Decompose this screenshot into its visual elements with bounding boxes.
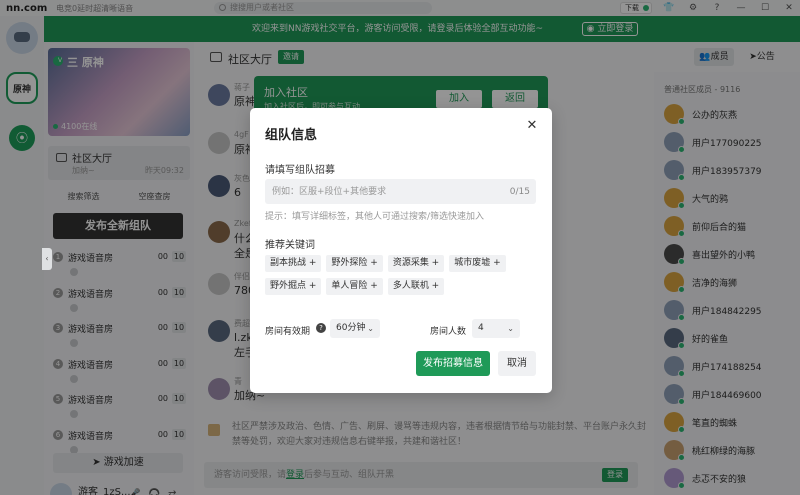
people-label: 房间人数 xyxy=(430,327,467,337)
close-icon[interactable]: ✕ xyxy=(524,118,540,134)
recruit-label: 请填写组队招募 xyxy=(265,165,335,176)
keyword-tag[interactable]: 野外探险 + xyxy=(326,255,383,272)
recruit-hint: 提示：填写详细标签，其他人可通过搜索/筛选快速加入 xyxy=(265,212,485,222)
people-value: 4 xyxy=(478,323,484,333)
keyword-tag[interactable]: 单人冒险 + xyxy=(326,278,383,295)
recruit-input[interactable] xyxy=(265,179,536,204)
validity-select[interactable]: 60分钟 ⌄ xyxy=(330,319,380,338)
keyword-tag[interactable]: 野外掘点 + xyxy=(265,278,322,295)
chevron-down-icon: ⌄ xyxy=(367,324,374,333)
keyword-tags: 副本挑战 + 野外探险 + 资源采集 + 城市废墟 + 野外掘点 + 单人冒险 + 多人联机… xyxy=(265,255,540,295)
people-select[interactable]: 4 ⌄ xyxy=(472,319,520,338)
dialog-title: 组队信息 xyxy=(265,128,318,143)
validity-label: 房间有效期 xyxy=(265,327,311,337)
collapse-sidebar-button[interactable]: ‹ xyxy=(42,248,52,270)
char-counter: 0/15 xyxy=(509,187,530,197)
keyword-tag[interactable]: 城市废墟 + xyxy=(449,255,506,272)
help-icon[interactable]: ? xyxy=(316,323,326,333)
keyword-tag[interactable]: 资源采集 + xyxy=(387,255,445,272)
publish-recruit-button[interactable]: 发布招募信息 xyxy=(416,351,490,376)
team-info-dialog: 组队信息 ✕ 请填写组队招募 0/15 提示：填写详细标签，其他人可通过搜索/筛… xyxy=(250,108,552,393)
keyword-tag[interactable]: 副本挑战 + xyxy=(265,255,322,272)
validity-value: 60分钟 xyxy=(336,323,366,333)
chevron-down-icon: ⌄ xyxy=(507,324,514,333)
keyword-tag[interactable]: 多人联机 + xyxy=(387,278,445,295)
keywords-label: 推荐关键词 xyxy=(265,240,315,251)
cancel-button[interactable]: 取消 xyxy=(498,351,536,376)
